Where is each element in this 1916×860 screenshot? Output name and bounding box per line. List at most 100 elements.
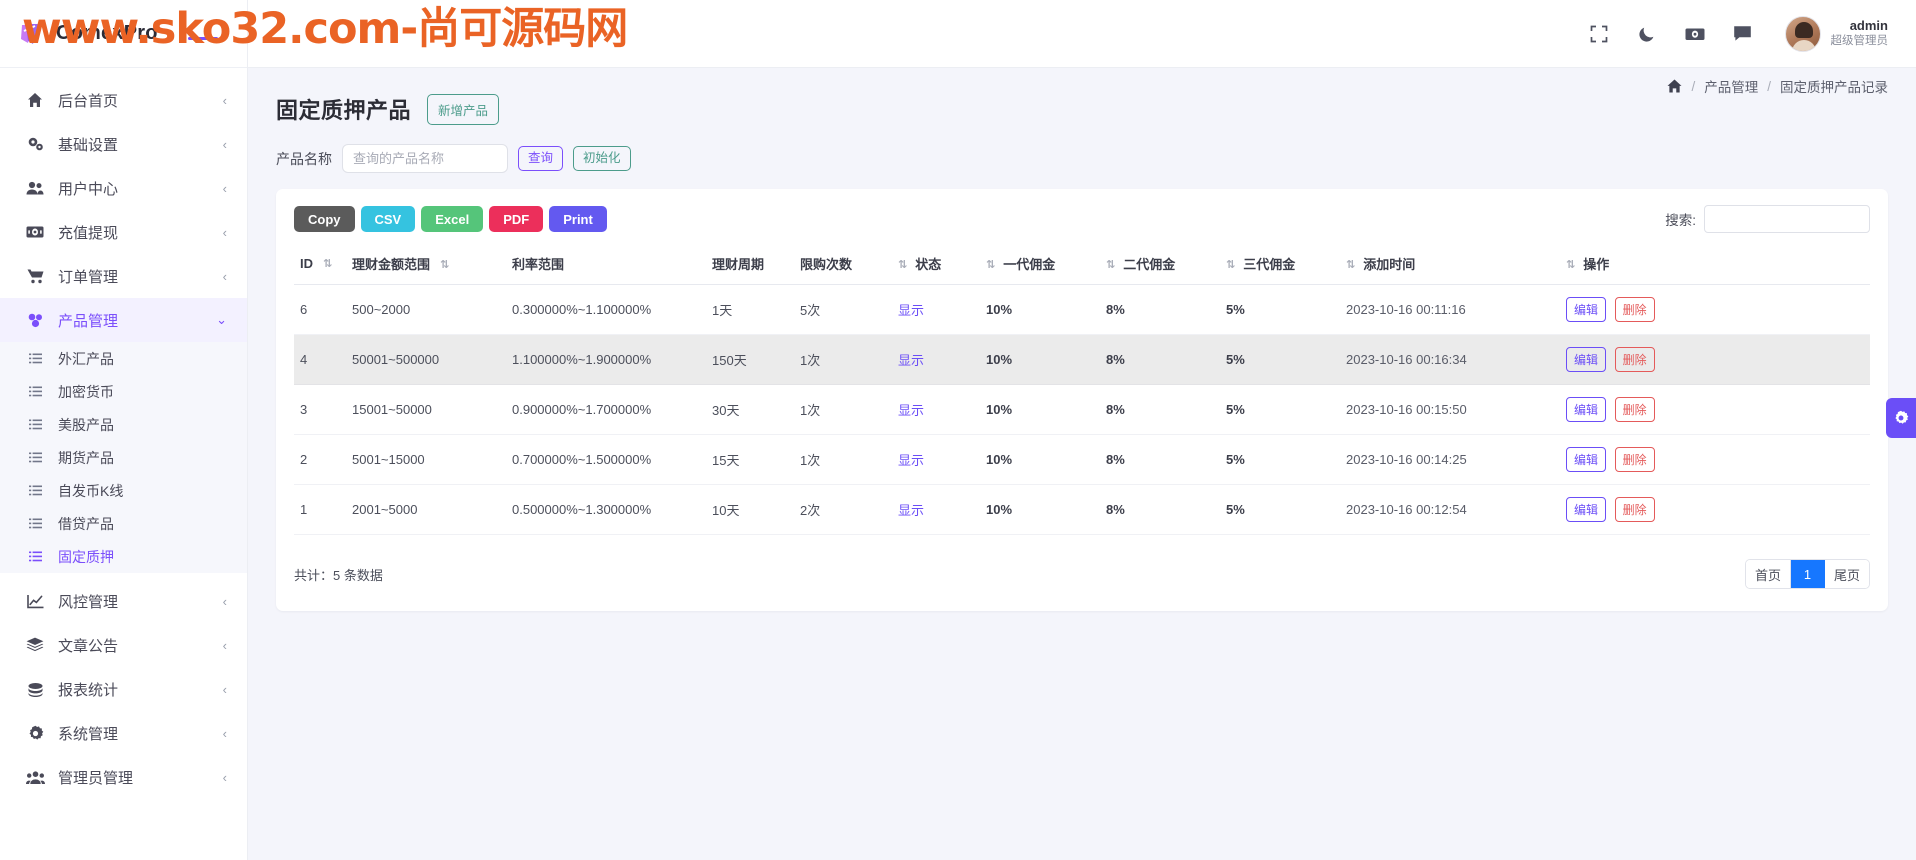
fullscreen-icon[interactable] [1587, 22, 1611, 46]
pdf-button[interactable]: PDF [489, 206, 544, 232]
th-label: 添加时间 [1363, 257, 1416, 272]
cell-id: 6 [294, 284, 346, 335]
table-row[interactable]: 2 5001~15000 0.700000%~1.500000% 15天 1次 … [294, 434, 1870, 485]
sidebar-sublabel: 期货产品 [58, 449, 114, 466]
chevron-left-icon: ‹ [222, 180, 227, 196]
cell-status: 显示 [892, 334, 980, 385]
sidebar-item-basic-settings[interactable]: 基础设置 ‹ [0, 122, 247, 166]
user-menu[interactable]: admin 超级管理员 [1784, 15, 1888, 52]
cell-purchase-limit: 2次 [794, 484, 892, 535]
chevron-left-icon: ‹ [222, 268, 227, 284]
sidebar-item-lending-products[interactable]: 借贷产品 [0, 507, 247, 540]
th-actions[interactable]: ⇅ 操作 [1560, 247, 1870, 285]
sidebar-item-system-management[interactable]: 系统管理 ‹ [0, 711, 247, 755]
cell-created-time: 2023-10-16 00:14:25 [1340, 434, 1560, 485]
total-count: 共计：5 条数据 [294, 567, 383, 583]
edit-button[interactable]: 编辑 [1566, 447, 1607, 472]
sort-icon[interactable]: ⇅ [1346, 258, 1355, 271]
sidebar-item-risk-management[interactable]: 风控管理 ‹ [0, 579, 247, 623]
sidebar-item-order-management[interactable]: 订单管理 ‹ [0, 254, 247, 298]
breadcrumb-parent[interactable]: 产品管理 [1704, 76, 1758, 96]
sidebar-item-user-center[interactable]: 用户中心 ‹ [0, 166, 247, 210]
sidebar-item-articles-announcements[interactable]: 文章公告 ‹ [0, 623, 247, 667]
delete-button[interactable]: 删除 [1614, 297, 1655, 322]
moon-icon[interactable] [1635, 22, 1659, 46]
excel-button[interactable]: Excel [421, 206, 484, 232]
th-purchase-limit[interactable]: 限购次数 [794, 247, 892, 285]
delete-button[interactable]: 删除 [1614, 397, 1655, 422]
cash-icon[interactable] [1683, 22, 1707, 46]
pagination-first[interactable]: 首页 [1745, 560, 1791, 588]
sidebar-label: 系统管理 [58, 725, 119, 743]
users-icon [24, 180, 46, 196]
table-search-input[interactable] [1704, 205, 1870, 233]
th-amount-range[interactable]: 理财金额范围 ⇅ [346, 247, 506, 285]
sidebar-item-self-coin-kline[interactable]: 自发币K线 [0, 474, 247, 507]
sidebar-item-us-stocks[interactable]: 美股产品 [0, 408, 247, 441]
chart-line-icon [24, 594, 46, 609]
cell-amount-range: 5001~15000 [346, 434, 506, 485]
pagination-page-1[interactable]: 1 [1790, 560, 1825, 588]
chat-icon[interactable] [1731, 22, 1755, 46]
sort-icon[interactable]: ⇅ [323, 257, 332, 270]
breadcrumb-separator: / [1767, 78, 1771, 94]
brand-header[interactable]: ComexPro [0, 0, 247, 68]
edit-button[interactable]: 编辑 [1566, 297, 1607, 322]
chevron-left-icon: ‹ [222, 637, 227, 653]
table-row[interactable]: 6 500~2000 0.300000%~1.100000% 1天 5次 显示 … [294, 284, 1870, 335]
sidebar-item-fixed-pledge[interactable]: 固定质押 [0, 540, 247, 573]
sidebar-menu: 后台首页 ‹ 基础设置 ‹ 用户中心 ‹ 充值提现 ‹ 订单管理 ‹ 产品管理 … [0, 68, 247, 799]
edit-button[interactable]: 编辑 [1566, 347, 1607, 372]
delete-button[interactable]: 删除 [1614, 447, 1655, 472]
th-commission-2[interactable]: ⇅ 二代佣金 [1100, 247, 1220, 285]
th-created-time[interactable]: ⇅ 添加时间 [1340, 247, 1560, 285]
sidebar-item-futures-products[interactable]: 期货产品 [0, 441, 247, 474]
th-commission-1[interactable]: ⇅ 一代佣金 [980, 247, 1100, 285]
copy-button[interactable]: Copy [294, 206, 355, 232]
th-period[interactable]: 理财周期 [706, 247, 794, 285]
search-button[interactable]: 查询 [518, 146, 564, 171]
sidebar-item-report-statistics[interactable]: 报表统计 ‹ [0, 667, 247, 711]
sort-icon[interactable]: ⇅ [898, 258, 907, 271]
pagination-last[interactable]: 尾页 [1824, 560, 1869, 588]
delete-button[interactable]: 删除 [1614, 497, 1655, 522]
edit-button[interactable]: 编辑 [1566, 397, 1607, 422]
product-name-input[interactable] [342, 144, 508, 173]
delete-button[interactable]: 删除 [1614, 347, 1655, 372]
reset-button[interactable]: 初始化 [573, 146, 631, 171]
th-label: 理财周期 [712, 257, 765, 272]
sidebar-sublabel: 自发币K线 [58, 482, 124, 499]
sidebar-item-dashboard[interactable]: 后台首页 ‹ [0, 78, 247, 122]
sort-icon[interactable]: ⇅ [986, 258, 995, 271]
sort-icon[interactable]: ⇅ [440, 258, 449, 271]
table-row[interactable]: 3 15001~50000 0.900000%~1.700000% 30天 1次… [294, 384, 1870, 435]
home-icon[interactable] [1667, 79, 1682, 93]
cell-commission-2: 8% [1100, 384, 1220, 435]
sidebar-sublabel: 固定质押 [58, 548, 114, 565]
sidebar-label: 基础设置 [58, 136, 119, 154]
csv-button[interactable]: CSV [360, 206, 416, 232]
th-id[interactable]: ID ⇅ [294, 247, 346, 285]
print-button[interactable]: Print [549, 206, 607, 232]
sidebar-sublabel: 美股产品 [58, 416, 114, 433]
cell-purchase-limit: 1次 [794, 384, 892, 435]
sidebar-item-product-management[interactable]: 产品管理 ⌄ [0, 298, 247, 342]
edit-button[interactable]: 编辑 [1566, 497, 1607, 522]
sidebar-item-forex-products[interactable]: 外汇产品 [0, 342, 247, 375]
th-label: ID [300, 256, 313, 271]
sort-icon[interactable]: ⇅ [1566, 258, 1575, 271]
sidebar-item-crypto-currency[interactable]: 加密货币 [0, 375, 247, 408]
table-row[interactable]: 1 2001~5000 0.500000%~1.300000% 10天 2次 显… [294, 484, 1870, 535]
sidebar-item-admin-management[interactable]: 管理员管理 ‹ [0, 755, 247, 799]
sort-icon[interactable]: ⇅ [1226, 258, 1235, 271]
th-status[interactable]: ⇅ 状态 [892, 247, 980, 285]
cell-commission-1: 10% [980, 284, 1100, 335]
add-product-button[interactable]: 新增产品 [427, 93, 500, 125]
th-rate-range[interactable]: 利率范围 [506, 247, 706, 285]
cell-purchase-limit: 1次 [794, 434, 892, 485]
sidebar-item-recharge-withdraw[interactable]: 充值提现 ‹ [0, 210, 247, 254]
th-commission-3[interactable]: ⇅ 三代佣金 [1220, 247, 1340, 285]
table-row[interactable]: 4 50001~500000 1.100000%~1.900000% 150天 … [294, 334, 1870, 385]
settings-panel-toggle[interactable] [1886, 398, 1916, 438]
sort-icon[interactable]: ⇅ [1106, 258, 1115, 271]
